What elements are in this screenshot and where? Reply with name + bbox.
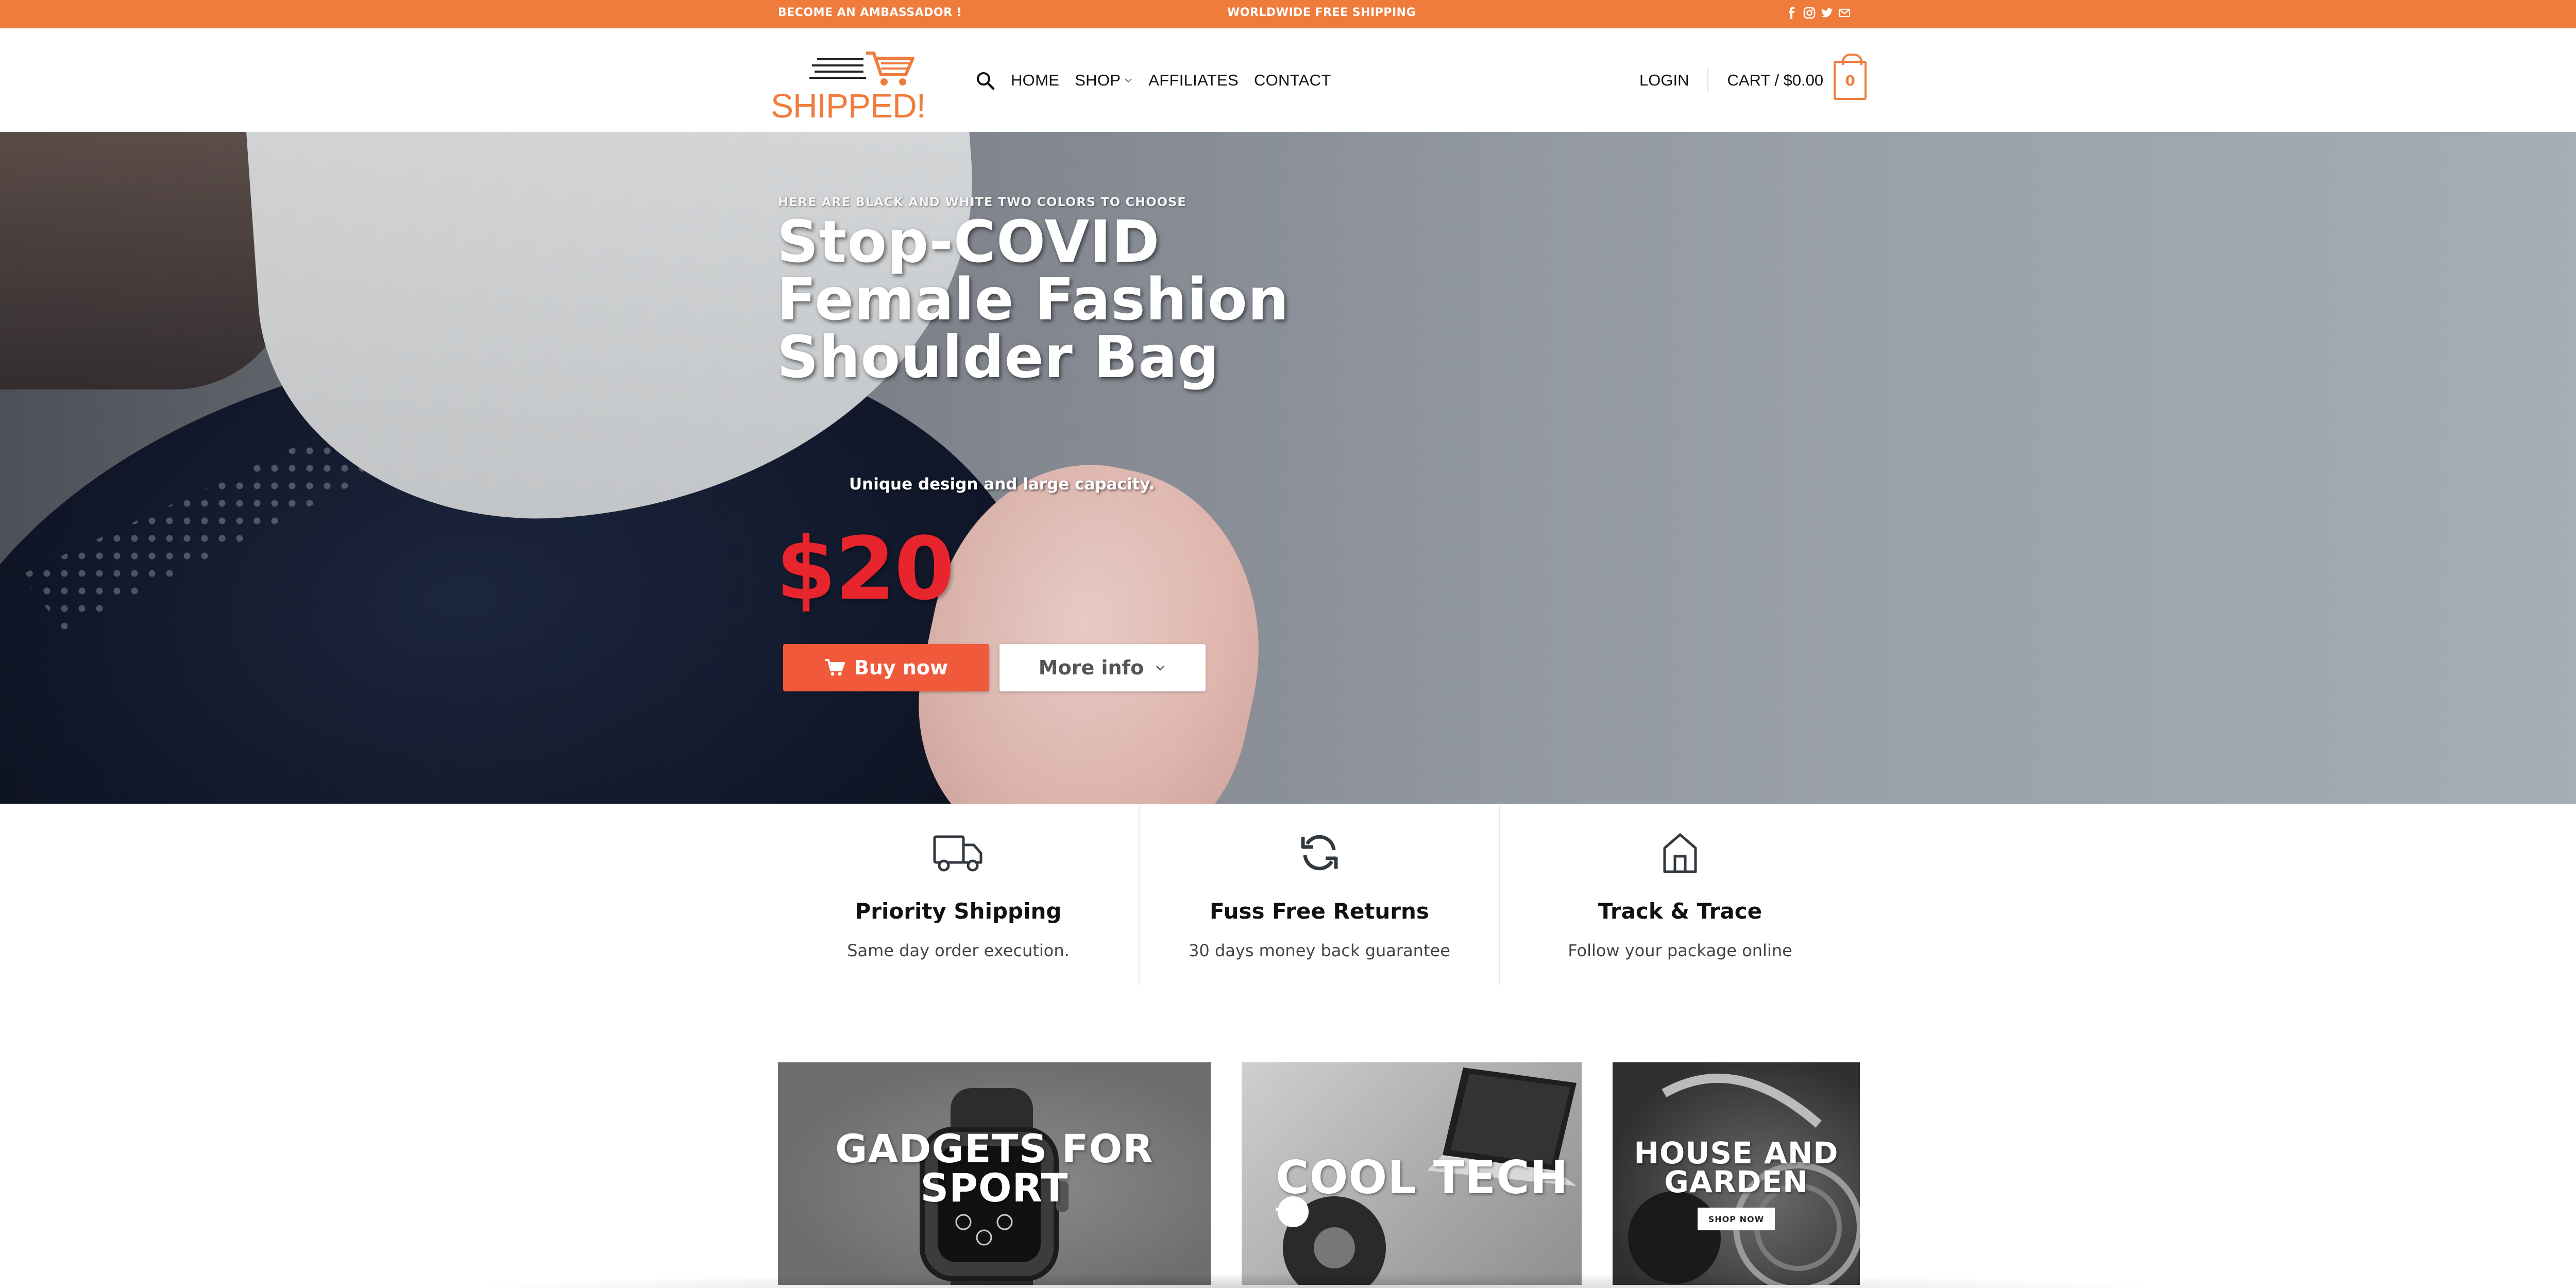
envelope-icon[interactable] [1838,7,1851,19]
more-info-button[interactable]: More info [999,644,1206,691]
ambassador-link[interactable]: BECOME AN AMBASSADOR ! [778,6,962,19]
site-logo[interactable]: SHIPPED! [771,49,926,125]
camera-image [1278,1196,1386,1285]
nav-contact[interactable]: CONTACT [1254,71,1331,90]
chevron-down-icon [1156,666,1165,671]
nav-affiliates[interactable]: AFFILIATES [1148,71,1239,90]
social-links [1786,5,1851,21]
category-title: GADGETS FOR SPORT [835,1126,1154,1211]
free-shipping-notice: WORLDWIDE FREE SHIPPING [1227,6,1416,19]
chevron-down-icon [1125,78,1132,83]
category-title: HOUSE AND GARDEN [1634,1136,1839,1199]
nav-shop-label: SHOP [1075,71,1121,89]
site-header: SHIPPED! HOME SHOP AFFILIATES CONTACT LO… [0,28,2576,131]
feature-title: Priority Shipping [855,899,1062,924]
truck-icon [933,835,982,872]
nav-home[interactable]: HOME [1011,71,1059,90]
feature-desc: Same day order execution. [847,941,1070,960]
hero-eyebrow: HERE ARE BLACK AND WHITE TWO COLORS TO C… [778,195,1187,209]
feature-priority-shipping: Priority Shipping Same day order executi… [778,805,1139,985]
nav-divider [1707,69,1709,92]
category-tile-gadgets[interactable]: GADGETS FOR SPORT [778,1062,1211,1285]
cart-count-badge[interactable]: 0 [1834,54,1867,100]
feature-title: Fuss Free Returns [1210,899,1429,924]
page-shadow [464,1273,2164,1288]
account-nav: LOGIN CART / $0.00 0 [1639,54,1867,100]
refresh-icon [1301,835,1338,871]
shop-now-button[interactable]: SHOP NOW [1698,1208,1775,1230]
feature-desc: 30 days money back guarantee [1189,941,1450,960]
login-link[interactable]: LOGIN [1639,71,1689,90]
hero-title: Stop-COVID Female Fashion Shoulder Bag [777,209,1290,391]
category-tile-cool-tech[interactable]: COOL TECH [1242,1062,1582,1285]
title-underline [1276,1208,1304,1211]
instagram-icon[interactable] [1803,7,1816,19]
buy-now-label: Buy now [854,656,948,679]
cart-link[interactable]: CART / $0.00 [1727,71,1823,90]
search-icon[interactable] [975,70,995,91]
feature-track-trace: Track & Trace Follow your package online [1499,805,1860,985]
twitter-icon[interactable] [1821,7,1833,19]
facebook-icon[interactable] [1786,7,1798,19]
category-title: COOL TECH [1276,1151,1569,1204]
more-info-label: More info [1038,656,1144,679]
logo-text: SHIPPED! [771,87,926,125]
nav-shop[interactable]: SHOP [1075,71,1133,90]
house-icon [1663,833,1697,873]
feature-row: Priority Shipping Same day order executi… [778,805,1860,985]
category-tile-house-garden[interactable]: HOUSE AND GARDEN SHOP NOW [1613,1062,1860,1285]
hero-price: $20 [776,518,955,619]
shopping-cart-logo-icon [809,52,914,86]
feature-title: Track & Trace [1598,899,1762,924]
cart-icon [825,659,845,676]
feature-desc: Follow your package online [1568,941,1792,960]
buy-now-button[interactable]: Buy now [783,644,989,691]
top-bar: BECOME AN AMBASSADOR ! WORLDWIDE FREE SH… [0,0,2576,28]
feature-returns: Fuss Free Returns 30 days money back gua… [1138,805,1499,985]
hero-banner: HERE ARE BLACK AND WHITE TWO COLORS TO C… [0,132,2576,804]
main-nav: HOME SHOP AFFILIATES CONTACT [975,70,1347,91]
hero-subtitle: Unique design and large capacity. [849,475,1155,494]
